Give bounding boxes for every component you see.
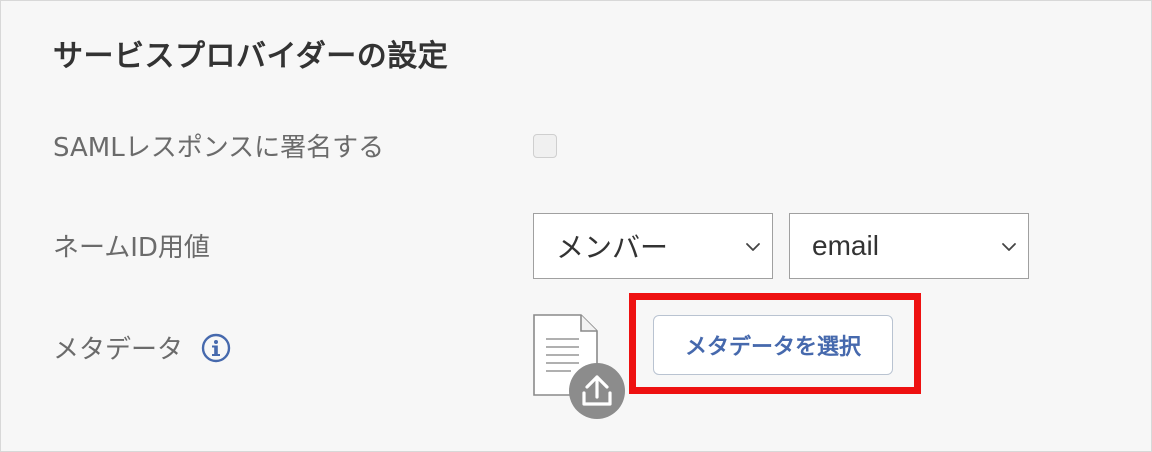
chevron-down-icon: [746, 243, 760, 251]
select-metadata-button[interactable]: メタデータを選択: [653, 315, 893, 375]
saml-sign-checkbox[interactable]: [533, 134, 557, 158]
name-id-label: ネームID用値: [53, 233, 210, 263]
service-provider-settings-panel: サービスプロバイダーの設定 SAMLレスポンスに署名する ネームID用値 メンバ…: [0, 0, 1152, 452]
info-icon[interactable]: [201, 333, 231, 363]
name-id-source-value: メンバー: [556, 231, 669, 264]
metadata-label-row: メタデータ: [53, 329, 231, 366]
section-title: サービスプロバイダーの設定: [53, 39, 449, 74]
metadata-label: メタデータ: [53, 335, 184, 365]
name-id-attribute-value: email: [812, 230, 879, 261]
name-id-source-select[interactable]: メンバー: [533, 213, 773, 279]
saml-sign-label: SAMLレスポンスに署名する: [53, 133, 385, 163]
document-upload-icon: [533, 314, 625, 419]
metadata-file-drop[interactable]: [531, 313, 631, 423]
chevron-down-icon: [1002, 243, 1016, 251]
name-id-attribute-select[interactable]: email: [789, 213, 1029, 279]
